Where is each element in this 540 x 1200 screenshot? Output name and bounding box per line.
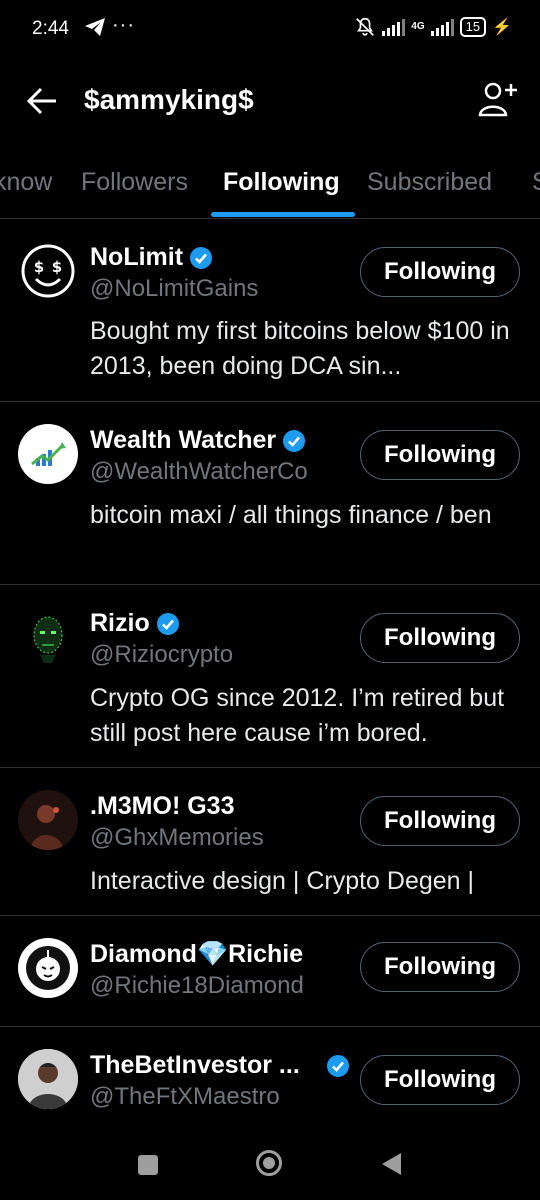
network-type: 4G (411, 21, 425, 32)
verified-badge-icon (156, 612, 179, 635)
status-bar: 2:44 ··· 4G 15 ⚡ (0, 0, 540, 60)
charging-icon: ⚡ (492, 19, 512, 36)
more-notifications-icon: ··· (112, 14, 135, 36)
matrix-head-icon (33, 616, 63, 663)
avatar[interactable] (18, 938, 78, 998)
recent-apps-icon[interactable] (138, 1155, 158, 1175)
signal-icon-2 (430, 18, 454, 36)
home-icon[interactable] (255, 1149, 283, 1177)
system-nav-bar (0, 1128, 540, 1200)
user-handle: @Riziocrypto (90, 641, 234, 668)
avatar[interactable] (18, 424, 78, 484)
following-button[interactable]: Following (360, 613, 520, 663)
tab-know[interactable]: know (0, 168, 52, 197)
header: $ammyking$ (0, 62, 540, 138)
svg-text:$: $ (52, 258, 62, 276)
tab-subscribed[interactable]: Subscribed (367, 168, 492, 197)
following-button[interactable]: Following (360, 796, 520, 846)
back-arrow-icon[interactable] (24, 84, 60, 118)
status-icons: 4G 15 ⚡ (354, 16, 512, 38)
list-item[interactable]: Diamond💎Richie @Richie18Diamond Followin… (0, 916, 540, 1027)
user-name[interactable]: TheBetInvestor ... (90, 1051, 300, 1080)
back-triangle-icon[interactable] (380, 1151, 402, 1177)
following-button[interactable]: Following (360, 247, 520, 297)
user-handle: @TheFtXMaestro (90, 1083, 280, 1110)
person-photo-icon (18, 1049, 78, 1109)
user-handle: @NoLimitGains (90, 275, 259, 302)
user-handle: @Richie18Diamond (90, 972, 304, 999)
svg-text:$: $ (34, 258, 44, 276)
active-tab-indicator (211, 212, 355, 217)
avatar[interactable] (18, 790, 78, 850)
profile-name: $ammyking$ (84, 84, 254, 115)
verified-badge-icon (326, 1054, 349, 1077)
avatar[interactable]: $ $ (18, 241, 78, 301)
list-item[interactable]: Wealth Watcher @WealthWatcherCo bitcoin … (0, 402, 540, 585)
tab-bar: know Followers Following Subscribed S (0, 160, 540, 219)
tab-next[interactable]: S (532, 168, 540, 197)
user-bio: Crypto OG since 2012. I’m retired but st… (90, 684, 505, 747)
user-name[interactable]: Diamond💎Richie (90, 940, 303, 969)
user-handle: @GhxMemories (90, 824, 264, 851)
user-bio: Interactive design | Crypto Degen | (90, 867, 475, 895)
user-name[interactable]: Wealth Watcher (90, 426, 276, 455)
battery-icon: 15 (459, 17, 487, 37)
verified-badge-icon (283, 429, 306, 452)
following-button[interactable]: Following (360, 942, 520, 992)
chart-growth-icon (31, 442, 66, 466)
tab-following[interactable]: Following (223, 168, 340, 197)
following-button[interactable]: Following (360, 1055, 520, 1105)
user-handle: @WealthWatcherCo (90, 458, 308, 485)
status-time: 2:44 (32, 18, 69, 39)
verified-badge-icon (190, 246, 213, 269)
portrait-photo-icon (18, 790, 78, 850)
list-item[interactable]: $ $ NoLimit @NoLimitGains Bought my firs… (0, 219, 540, 402)
user-bio: bitcoin maxi / all things finance / ben (90, 501, 492, 529)
list-item[interactable]: .M3MO! G33 @GhxMemories Interactive desi… (0, 768, 540, 916)
bell-muted-icon (356, 17, 375, 36)
user-bio: Bought my first bitcoins below $100 in 2… (90, 317, 510, 380)
list-item[interactable]: Rizio @Riziocrypto Crypto OG since 2012.… (0, 585, 540, 768)
avatar[interactable] (18, 607, 78, 667)
avatar[interactable] (18, 1049, 78, 1109)
signal-icon (382, 18, 406, 36)
diamond-emoji: 💎 (196, 940, 229, 968)
telegram-icon (84, 17, 106, 43)
user-name[interactable]: .M3MO! G33 (90, 792, 234, 821)
add-user-icon[interactable] (478, 80, 518, 118)
user-name[interactable]: Rizio (90, 609, 150, 638)
following-button[interactable]: Following (360, 430, 520, 480)
tab-followers[interactable]: Followers (81, 168, 188, 197)
dollar-smiley-icon: $ $ (21, 244, 75, 298)
lion-logo-icon (26, 946, 70, 990)
user-name[interactable]: NoLimit (90, 243, 183, 272)
following-list: $ $ NoLimit @NoLimitGains Bought my firs… (0, 219, 540, 1147)
